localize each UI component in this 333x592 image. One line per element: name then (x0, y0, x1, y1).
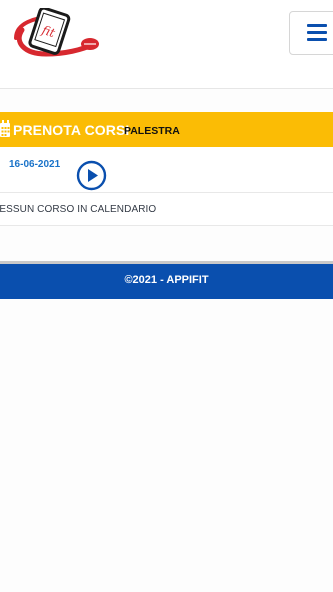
calendar-icon (0, 120, 10, 137)
play-circle-icon[interactable] (76, 160, 107, 191)
section-banner: PRENOTA CORSI PALESTRA (0, 112, 333, 147)
empty-calendar-message: NESSUN CORSO IN CALENDARIO (0, 204, 157, 215)
footer-copyright: ©2021 - APPIFIT (124, 274, 209, 286)
banner-subtitle: PALESTRA (124, 125, 180, 137)
menu-button[interactable] (289, 11, 333, 55)
page: fit PRENOTA CORSI PALESTRA 16-06-2021 NE… (0, 0, 333, 592)
schedule-date-row: 16-06-2021 (0, 147, 333, 193)
empty-calendar-row: NESSUN CORSO IN CALENDARIO (0, 193, 333, 226)
schedule-date: 16-06-2021 (9, 159, 61, 170)
footer: ©2021 - APPIFIT (0, 261, 333, 299)
app-header: fit (0, 0, 333, 89)
appifit-logo[interactable]: fit (12, 8, 104, 60)
banner-title: PRENOTA CORSI (13, 122, 130, 138)
